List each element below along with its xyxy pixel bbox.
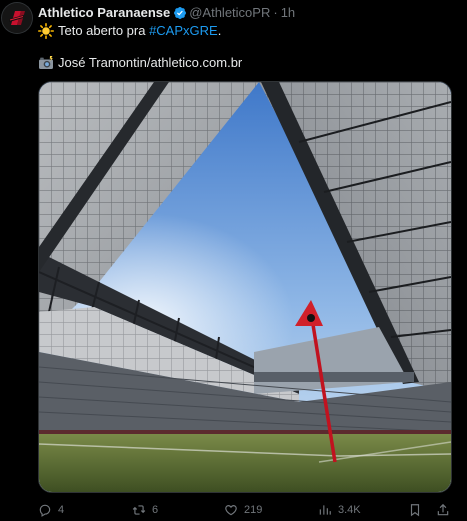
views-button[interactable]: 3.4K xyxy=(318,503,361,517)
hashtag-link[interactable]: #CAPxGRE xyxy=(149,22,218,40)
author-name[interactable]: Athletico Paranaense xyxy=(38,4,170,22)
tweet-text: Teto aberto pra xyxy=(58,23,150,38)
tweet[interactable]: Athletico Paranaense @AthleticoPR · 1h T… xyxy=(0,0,467,521)
photo-credit: José Tramontin/athletico.com.br xyxy=(58,55,243,70)
tweet-header: Athletico Paranaense @AthleticoPR · 1h xyxy=(38,4,295,22)
retweet-button[interactable]: 6 xyxy=(132,503,158,517)
header-separator: · xyxy=(273,5,278,20)
bookmark-button[interactable] xyxy=(408,503,428,517)
photo-credit-line: José Tramontin/athletico.com.br xyxy=(38,54,242,72)
bookmark-icon xyxy=(410,504,420,517)
heart-icon xyxy=(225,505,237,516)
retweet-icon xyxy=(132,505,146,515)
camera-with-flash-emoji-icon xyxy=(39,56,53,69)
avatar[interactable] xyxy=(2,3,32,33)
reply-button[interactable]: 4 xyxy=(38,503,64,517)
sun-emoji-icon xyxy=(38,23,54,39)
athletico-logo-icon xyxy=(2,3,32,33)
share-icon xyxy=(437,503,449,516)
views-count: 3.4K xyxy=(338,504,361,516)
stadium-photo xyxy=(39,82,451,492)
like-count: 219 xyxy=(244,504,263,516)
retweet-count: 6 xyxy=(152,504,159,516)
author-handle[interactable]: @AthleticoPR xyxy=(189,4,270,22)
reply-icon xyxy=(39,504,51,517)
tweet-timestamp[interactable]: 1h xyxy=(281,4,295,22)
reply-count: 4 xyxy=(58,504,65,516)
views-chart-icon xyxy=(319,505,331,515)
tweet-actions: 4 6 219 3.4K xyxy=(38,501,452,521)
verified-badge-icon[interactable] xyxy=(173,6,187,20)
like-button[interactable]: 219 xyxy=(224,503,262,517)
tweet-text-line: Teto aberto pra #CAPxGRE . xyxy=(38,22,221,40)
tweet-text-end: . xyxy=(217,23,222,38)
tweet-photo[interactable] xyxy=(38,81,452,493)
share-button[interactable] xyxy=(436,503,456,517)
